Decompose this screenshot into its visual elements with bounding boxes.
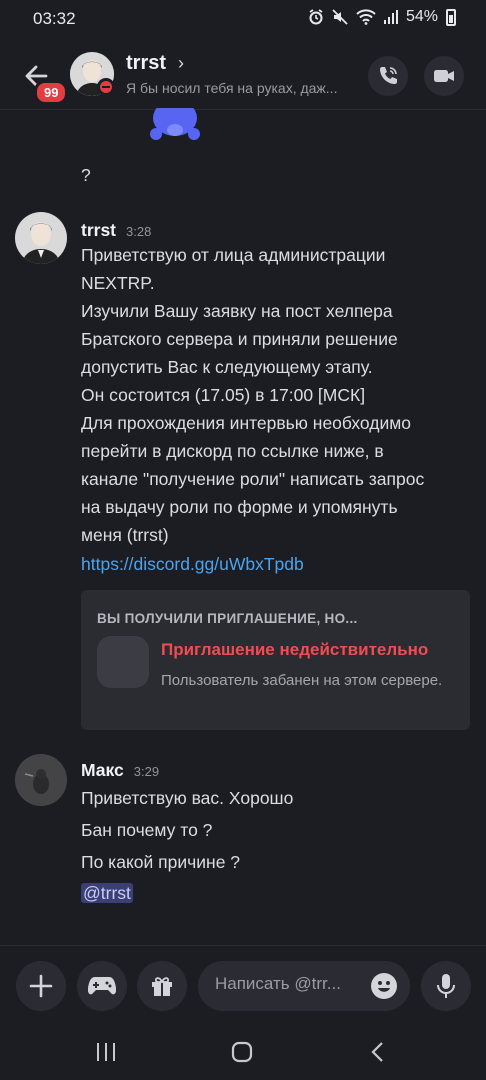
- signal-icon: [383, 10, 398, 24]
- message-line: Братского сервера и приняли решение: [81, 329, 398, 349]
- system-nav-bar: [0, 1023, 486, 1080]
- message-line: Изучили Вашу заявку на пост хелпера: [81, 301, 393, 321]
- message-text: ?: [81, 165, 91, 185]
- invite-embed: ВЫ ПОЛУЧИЛИ ПРИГЛАШЕНИЕ, НО... Приглашен…: [81, 590, 470, 730]
- home-button[interactable]: [222, 1037, 262, 1067]
- battery-percent: 54%: [405, 8, 438, 25]
- message-line: По какой причине ?: [81, 852, 241, 872]
- message-input-field[interactable]: [198, 961, 410, 1011]
- message-line: NEXTRP.: [81, 273, 155, 293]
- gift-icon: [152, 977, 172, 996]
- invite-description: Пользователь забанен на этом сервере.: [161, 672, 443, 689]
- message-line: перейти в дискорд по ссылке ниже, в: [81, 441, 384, 461]
- message-line: Приветствую от лица администрации: [81, 245, 386, 265]
- user-mention[interactable]: @trrst: [81, 883, 133, 903]
- message-composer: [0, 945, 486, 1023]
- server-icon: [97, 636, 149, 688]
- message-line: Бан почему то ?: [81, 820, 213, 840]
- video-call-button[interactable]: [424, 56, 464, 96]
- chat-title[interactable]: trrst: [126, 52, 166, 75]
- message-content: Бан почему то ?: [81, 816, 476, 844]
- avatar[interactable]: [15, 754, 67, 806]
- message-author[interactable]: trrst: [81, 220, 116, 241]
- mute-icon: [332, 9, 348, 25]
- voice-message-button[interactable]: [421, 961, 471, 1011]
- invite-heading: ВЫ ПОЛУЧИЛИ ПРИГЛАШЕНИЕ, НО...: [97, 611, 358, 626]
- status-time: 03:32: [33, 9, 76, 28]
- smiley-icon: [371, 973, 397, 999]
- microphone-icon: [437, 974, 455, 998]
- phone-icon: [380, 67, 397, 84]
- message-author[interactable]: Макс: [81, 760, 124, 781]
- plus-icon: [29, 974, 53, 998]
- gift-button[interactable]: [137, 961, 187, 1011]
- message-content: Приветствую вас. Хорошо: [81, 784, 476, 812]
- chat-header: 99 trrst › Я бы носил тебя на руках, даж…: [0, 38, 486, 110]
- add-attachment-button[interactable]: [16, 961, 66, 1011]
- status-bar: 03:32 54%: [0, 0, 486, 38]
- emoji-button[interactable]: [370, 972, 398, 1000]
- battery-icon: [446, 8, 456, 26]
- home-icon: [231, 1041, 253, 1063]
- wifi-icon: [356, 9, 376, 25]
- recent-apps-icon: [97, 1043, 115, 1061]
- dnd-status-icon: [97, 78, 115, 96]
- status-icons: 54%: [308, 8, 456, 26]
- chevron-right-icon[interactable]: ›: [178, 53, 184, 74]
- invite-title: Приглашение недействительно: [161, 640, 429, 659]
- avatar[interactable]: [15, 212, 67, 264]
- sticker-image: [148, 100, 202, 140]
- gamepad-icon: [88, 977, 116, 995]
- unread-badge: 99: [34, 80, 69, 105]
- message-line: канале "получение роли" написать запрос: [81, 469, 425, 489]
- system-back-button[interactable]: [358, 1037, 398, 1067]
- video-camera-icon: [434, 70, 454, 82]
- chevron-left-icon: [371, 1042, 383, 1062]
- invite-link[interactable]: https://discord.gg/uWbxTpdb: [81, 550, 476, 578]
- message-line: меня (trrst): [81, 525, 169, 545]
- message-timestamp: 3:29: [133, 764, 160, 779]
- message-line: на выдачу роли по форме и упомянуть: [81, 497, 398, 517]
- message-content: @trrst: [81, 879, 476, 907]
- message-line: допустить Вас к следующему этапу.: [81, 357, 373, 377]
- alarm-icon: [309, 9, 323, 25]
- activities-button[interactable]: [77, 961, 127, 1011]
- message-line: Приветствую вас. Хорошо: [81, 788, 294, 808]
- recent-apps-button[interactable]: [86, 1037, 126, 1067]
- message-content: Приветствую от лица администрации NEXTRP…: [81, 241, 476, 578]
- message-content: По какой причине ?: [81, 848, 476, 876]
- message-input[interactable]: [215, 974, 365, 994]
- message-line: Он состоится (17.05) в 17:00 [МСК]: [81, 385, 366, 405]
- message-line: Для прохождения интервью необходимо: [81, 413, 412, 433]
- message-timestamp: 3:28: [126, 224, 152, 239]
- chat-subtitle[interactable]: Я бы носил тебя на руках, даж...: [126, 80, 356, 96]
- voice-call-button[interactable]: [368, 56, 408, 96]
